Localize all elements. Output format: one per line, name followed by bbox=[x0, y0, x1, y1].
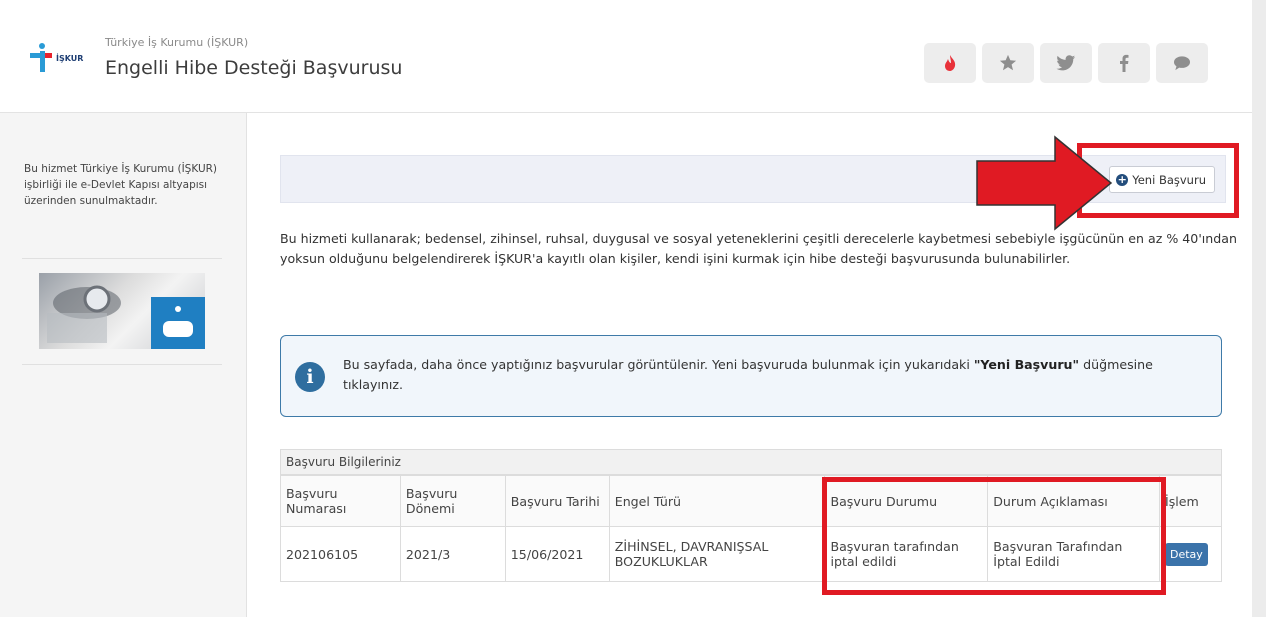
favorite-button[interactable] bbox=[982, 43, 1034, 83]
comment-button[interactable] bbox=[1156, 43, 1208, 83]
facebook-icon bbox=[1120, 54, 1129, 72]
facebook-button[interactable] bbox=[1098, 43, 1150, 83]
sidebar-description: Bu hizmet Türkiye İş Kurumu (İŞKUR) işbi… bbox=[24, 163, 218, 207]
service-title: Engelli Hibe Desteği Başvurusu bbox=[105, 57, 403, 79]
cell-number: 202106105 bbox=[280, 526, 401, 582]
annotation-box-status-columns bbox=[822, 477, 1166, 595]
cell-period: 2021/3 bbox=[399, 526, 506, 582]
twitter-icon bbox=[1056, 54, 1076, 70]
popular-button[interactable] bbox=[924, 43, 976, 83]
header-actions bbox=[924, 43, 1208, 83]
col-header-period: Başvuru Dönemi bbox=[399, 475, 506, 527]
service-image bbox=[39, 273, 205, 349]
col-header-action: İşlem bbox=[1159, 475, 1222, 527]
twitter-button[interactable] bbox=[1040, 43, 1092, 83]
info-highlight: "Yeni Başvuru" bbox=[973, 357, 1080, 372]
sidebar: Bu hizmet Türkiye İş Kurumu (İŞKUR) işbi… bbox=[0, 113, 247, 617]
col-header-disability: Engel Türü bbox=[608, 475, 826, 527]
cell-disability: ZİHİNSEL, DAVRANIŞSAL BOZUKLUKLAR bbox=[608, 526, 826, 582]
intro-text: Bu hizmeti kullanarak; bedensel, zihinse… bbox=[280, 231, 1237, 266]
sidebar-divider bbox=[22, 364, 222, 365]
org-name: Türkiye İş Kurumu (İŞKUR) bbox=[105, 36, 249, 49]
chat-icon bbox=[1174, 56, 1190, 71]
info-text-before: Bu sayfada, daha önce yaptığınız başvuru… bbox=[343, 357, 974, 372]
star-icon bbox=[999, 54, 1017, 71]
fire-icon bbox=[945, 55, 956, 71]
cell-date: 15/06/2021 bbox=[504, 526, 610, 582]
cell-action: Detay bbox=[1159, 526, 1222, 582]
annotation-arrow bbox=[976, 135, 1113, 231]
page: İŞKUR Türkiye İş Kurumu (İŞKUR) Engelli … bbox=[0, 0, 1252, 617]
logo-text: İŞKUR bbox=[56, 53, 83, 63]
col-header-number: Başvuru Numarası bbox=[280, 475, 401, 527]
info-icon: i bbox=[295, 362, 325, 392]
info-text: Bu sayfada, daha önce yaptığınız başvuru… bbox=[343, 355, 1203, 395]
info-box: i Bu sayfada, daha önce yaptığınız başvu… bbox=[280, 335, 1222, 417]
table-caption: Başvuru Bilgileriniz bbox=[280, 449, 1222, 475]
sidebar-divider bbox=[22, 258, 222, 259]
header: İŞKUR Türkiye İş Kurumu (İŞKUR) Engelli … bbox=[0, 0, 1252, 113]
iskur-logo[interactable]: İŞKUR bbox=[30, 41, 98, 73]
col-header-date: Başvuru Tarihi bbox=[504, 475, 610, 527]
detail-button[interactable]: Detay bbox=[1165, 542, 1208, 566]
